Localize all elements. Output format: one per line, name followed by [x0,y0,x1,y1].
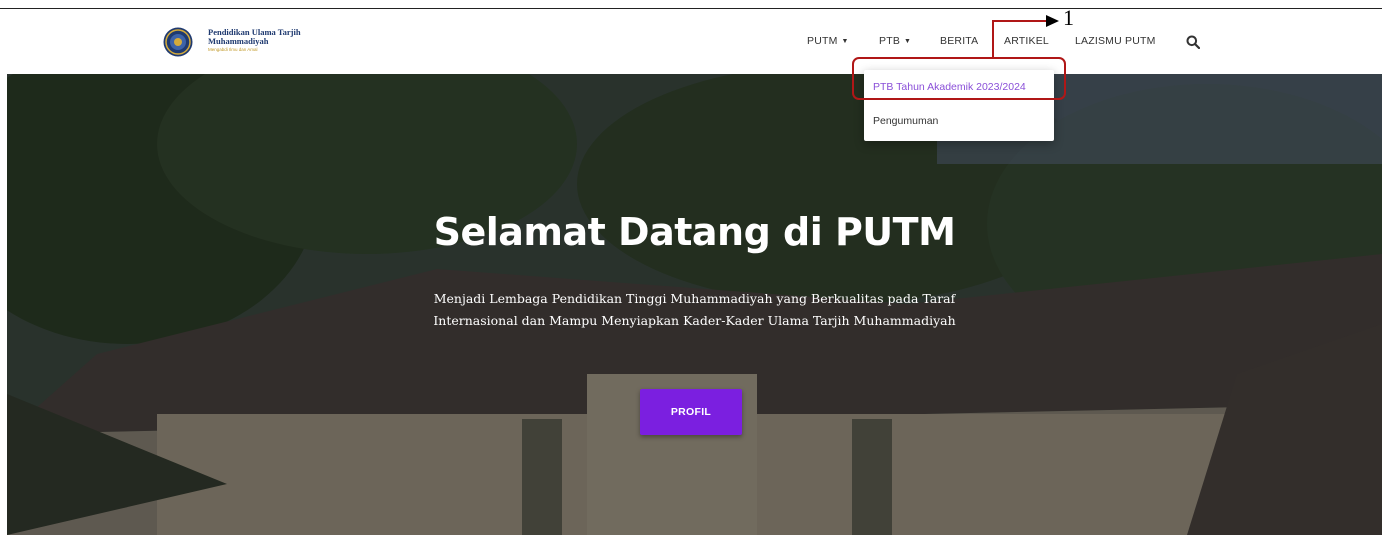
nav-item-label: LAZISMU PUTM [1075,35,1156,47]
annotation-step-number: 1 [1063,5,1074,30]
hero-subtitle: Menjadi Lembaga Pendidikan Tinggi Muhamm… [7,288,1382,332]
nav-item-putm[interactable]: PUTM ▼ [807,35,849,47]
putm-logo[interactable] [163,27,193,57]
brand-tagline: Mengabdi Ilmu dan Amal [208,47,258,52]
brand[interactable]: Pendidikan Ulama Tarjih Muhammadiyah Men… [208,28,301,53]
hero-banner: Selamat Datang di PUTM Menjadi Lembaga P… [7,74,1382,535]
nav-item-label: PUTM [807,35,838,47]
dropdown-item-pengumuman[interactable]: Pengumuman [873,115,938,127]
brand-name-line2: Muhammadiyah [208,36,269,46]
annotation-highlight-box [852,57,1066,100]
nav-item-berita[interactable]: BERITA [940,35,978,47]
nav-item-lazismu-putm[interactable]: LAZISMU PUTM [1075,35,1156,47]
nav-item-label: PTB [879,35,901,47]
nav-item-artikel[interactable]: ARTIKEL [1004,35,1049,47]
caret-down-icon: ▼ [904,38,912,45]
caret-down-icon: ▼ [841,38,849,45]
nav-item-label: BERITA [940,35,979,47]
navbar: Pendidikan Ulama Tarjih Muhammadiyah Men… [0,9,1382,73]
nav-item-label: ARTIKEL [1004,35,1049,47]
hero-subtitle-line2: Internasional dan Mampu Menyiapkan Kader… [433,313,956,328]
hero-subtitle-line1: Menjadi Lembaga Pendidikan Tinggi Muhamm… [433,291,956,306]
nav-item-ptb[interactable]: PTB ▼ [879,35,911,47]
profil-button[interactable]: PROFIL [640,389,742,435]
hero-title: Selamat Datang di PUTM [433,210,956,254]
search-icon[interactable] [1186,35,1200,49]
